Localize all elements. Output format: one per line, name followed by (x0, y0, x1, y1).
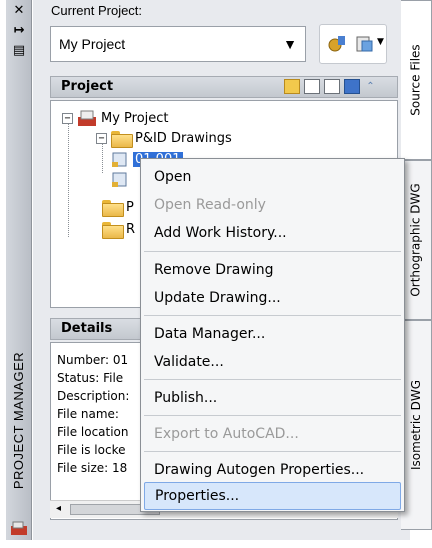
menu-item-open-read-only[interactable]: Open Read-only (144, 191, 401, 219)
collapse-icon[interactable]: ⌃ (364, 80, 377, 93)
collapse-icon[interactable]: − (62, 112, 73, 124)
tree-label: My Project (101, 110, 169, 126)
detail-file-location: File location (57, 425, 129, 439)
menu-item-properties[interactable]: Properties... (144, 482, 401, 510)
current-project-value: My Project (59, 36, 126, 52)
menu-separator (144, 451, 401, 452)
detail-file-size: File size: 18 (57, 461, 128, 475)
project-icon (78, 110, 96, 126)
menu-separator (144, 251, 401, 252)
details-section-title: Details (61, 321, 113, 336)
detail-description: Description: (57, 389, 130, 403)
current-project-label: Current Project: (51, 3, 143, 18)
project-section-title: Project (61, 79, 114, 94)
new-folder-icon[interactable] (284, 79, 300, 94)
drawing-icon (112, 172, 127, 187)
detail-file-name: File name: (57, 407, 119, 421)
auto-hide-icon[interactable]: ↦ (9, 22, 29, 40)
close-icon[interactable]: ✕ (9, 2, 29, 20)
refresh-icon[interactable] (344, 79, 360, 94)
tree-node-drawing[interactable] (111, 169, 129, 189)
menu-item-drawing-autogen-properties[interactable]: Drawing Autogen Properties... (144, 456, 401, 484)
folder-icon (111, 130, 133, 148)
palette-title: PROJECT MANAGER (11, 351, 27, 489)
menu-separator (144, 379, 401, 380)
new-drawing-icon[interactable] (304, 79, 320, 94)
detail-file-locked: File is locke (57, 443, 126, 457)
tree-node-my-project[interactable]: − My Project (62, 108, 169, 128)
menu-item-data-manager[interactable]: Data Manager... (144, 320, 401, 348)
menu-item-remove-drawing[interactable]: Remove Drawing (144, 256, 401, 284)
project-menu-icon[interactable] (354, 33, 376, 55)
project-setup-icon[interactable] (326, 33, 348, 55)
chevron-down-icon[interactable]: ▼ (377, 37, 384, 47)
menu-item-open[interactable]: Open (144, 163, 401, 191)
current-project-dropdown[interactable]: My Project ▼ (50, 26, 306, 62)
menu-separator (144, 415, 401, 416)
plant-logo-icon (11, 521, 27, 535)
menu-item-add-work-history[interactable]: Add Work History... (144, 219, 401, 247)
tab-isometric-dwg[interactable]: Isometric DWG (401, 320, 432, 530)
palette-title-strip: ✕ ↦ ▤ PROJECT MANAGER (6, 0, 32, 540)
menu-item-validate[interactable]: Validate... (144, 348, 401, 376)
tab-source-files[interactable]: Source Files (401, 0, 432, 160)
collapse-icon[interactable]: − (96, 132, 107, 144)
menu-item-update-drawing[interactable]: Update Drawing... (144, 284, 401, 312)
project-tools: ▼ (319, 24, 387, 64)
tab-orthographic-dwg[interactable]: Orthographic DWG (401, 160, 432, 320)
palette-properties-icon[interactable]: ▤ (9, 42, 29, 60)
drawing-icon (112, 152, 127, 167)
tree-node-pid-drawings[interactable]: − P&ID Drawings (96, 128, 232, 148)
menu-separator (144, 315, 401, 316)
tree-label: R (126, 221, 136, 237)
tree-label: P (126, 199, 134, 215)
tree-node-folder[interactable]: R (102, 219, 135, 239)
copy-drawing-icon[interactable] (324, 79, 340, 94)
tree-node-folder[interactable]: P (102, 197, 134, 217)
detail-status: Status: File (57, 371, 124, 385)
menu-item-publish[interactable]: Publish... (144, 384, 401, 412)
detail-number: Number: 01 (57, 353, 129, 367)
folder-icon (102, 221, 124, 239)
chevron-down-icon: ▼ (283, 36, 297, 52)
folder-icon (102, 199, 124, 217)
scroll-left-icon[interactable]: ◂ (56, 503, 61, 514)
tree-label: P&ID Drawings (135, 130, 232, 146)
context-menu: Open Open Read-only Add Work History... … (140, 158, 405, 512)
menu-item-export-to-autocad[interactable]: Export to AutoCAD... (144, 420, 401, 448)
